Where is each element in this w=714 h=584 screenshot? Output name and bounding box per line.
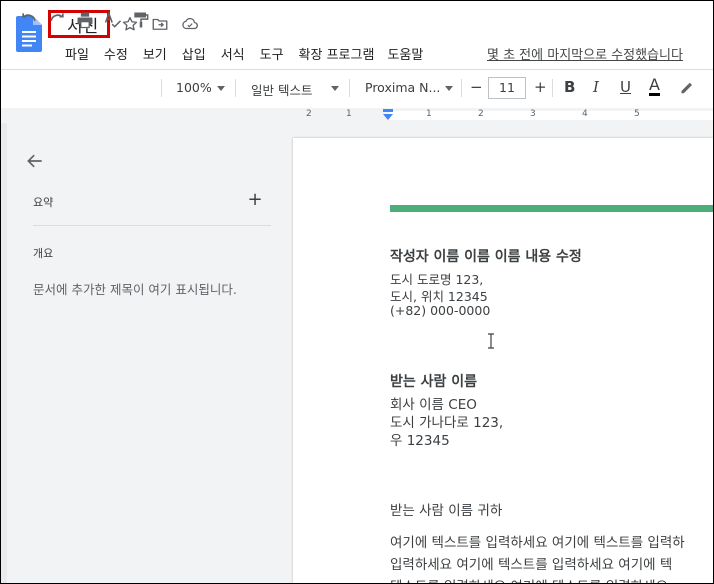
toolbar-divider — [235, 79, 236, 97]
menu-edit[interactable]: 수정 — [104, 44, 128, 63]
text-color-button[interactable]: A — [649, 76, 660, 96]
font-size-decrease-button[interactable]: − — [470, 78, 483, 96]
menu-extensions[interactable]: 확장 프로그램 — [299, 44, 375, 63]
bold-button[interactable]: B — [564, 78, 575, 96]
recipient-address-line[interactable]: 우 12345 — [390, 429, 450, 449]
undo-icon[interactable] — [19, 10, 39, 30]
ruler-mark: 2 — [306, 109, 312, 119]
accent-rule — [390, 205, 713, 212]
redo-icon[interactable] — [47, 10, 67, 30]
ruler-mark: 3 — [530, 109, 536, 119]
italic-button[interactable]: I — [593, 78, 599, 96]
vertical-ruler[interactable] — [1, 123, 7, 583]
recipient-name[interactable]: 받는 사람 이름 — [390, 371, 477, 391]
ruler-text-area — [389, 111, 713, 120]
text-cursor-icon — [488, 333, 494, 349]
font-select[interactable]: Proxima N... — [365, 80, 440, 95]
highlight-pen-icon[interactable] — [677, 78, 695, 98]
sender-name[interactable]: 작성자 이름 이름 이름 내용 수정 — [390, 246, 582, 266]
menu-file[interactable]: 파일 — [65, 44, 89, 63]
paint-format-icon[interactable] — [131, 10, 151, 30]
toolbar — [1, 69, 713, 109]
indent-marker-icon[interactable] — [382, 109, 394, 121]
menu-insert[interactable]: 삽입 — [182, 44, 206, 63]
body-line[interactable]: 입력하세요 여기에 텍스트를 입력하세요 여기에 텍 — [390, 553, 672, 573]
style-select[interactable]: 일반 텍스트 — [251, 80, 312, 99]
menu-bar: 파일 수정 보기 삽입 서식 도구 확장 프로그램 도움말 — [65, 44, 438, 63]
font-size-increase-button[interactable]: + — [534, 78, 547, 96]
toolbar-divider — [552, 79, 553, 97]
recipient-company[interactable]: 회사 이름 CEO — [390, 393, 477, 413]
back-arrow-icon[interactable] — [25, 151, 45, 171]
ruler-mark: 5 — [634, 109, 640, 119]
menu-format[interactable]: 서식 — [221, 44, 245, 63]
font-caret-icon[interactable] — [445, 86, 453, 91]
add-summary-button[interactable]: + — [245, 190, 265, 210]
outline-divider — [33, 225, 271, 226]
last-edit-link[interactable]: 몇 초 전에 마지막으로 수정했습니다 — [487, 44, 683, 63]
ruler-mark: 1 — [426, 109, 432, 119]
style-caret-icon[interactable] — [331, 86, 339, 91]
zoom-caret-icon[interactable] — [217, 86, 225, 91]
move-folder-icon[interactable] — [151, 15, 169, 33]
menu-tools[interactable]: 도구 — [260, 44, 284, 63]
body-line[interactable]: 텍스트를 입력하세요 여기에 텍스트를 입력하세요 — [390, 575, 668, 583]
toolbar-divider — [461, 79, 462, 97]
recipient-address-line[interactable]: 도시 가나다로 123, — [390, 411, 503, 431]
cloud-saved-icon[interactable] — [181, 15, 199, 33]
menu-view[interactable]: 보기 — [143, 44, 167, 63]
greeting[interactable]: 받는 사람 이름 귀하 — [390, 499, 502, 519]
menu-help[interactable]: 도움말 — [387, 44, 423, 63]
ruler-mark: 2 — [478, 109, 484, 119]
zoom-select[interactable]: 100% — [176, 80, 212, 95]
underline-button[interactable]: U — [620, 78, 631, 96]
toolbar-divider — [161, 79, 162, 97]
toolbar-divider — [349, 79, 350, 97]
ruler-mark: 4 — [582, 109, 588, 119]
summary-label: 요약 — [33, 196, 54, 209]
ruler-mark: 1 — [346, 109, 352, 119]
app-window: 서신 파일 수정 보기 삽입 서식 도구 확장 프로그램 도움말 몇 초 전에 … — [0, 0, 714, 584]
outline-label: 개요 — [33, 247, 54, 260]
body-line[interactable]: 여기에 텍스트를 입력하세요 여기에 텍스트를 입력하 — [390, 531, 685, 551]
sender-phone[interactable]: (+82) 000-0000 — [390, 303, 490, 318]
print-icon[interactable] — [75, 10, 95, 30]
font-size-input[interactable]: 11 — [488, 77, 526, 99]
spellcheck-icon[interactable] — [103, 10, 123, 30]
outline-empty-message: 문서에 추가한 제목이 여기 표시됩니다. — [33, 282, 237, 297]
